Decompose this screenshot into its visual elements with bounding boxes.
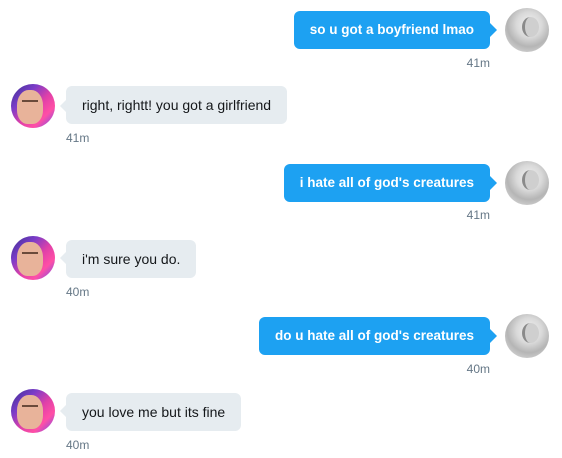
message-timestamp: 40m <box>66 285 90 299</box>
avatar-face-icon <box>17 90 43 124</box>
message-bubble-received[interactable]: you love me but its fine <box>66 393 242 431</box>
message-timestamp: 41m <box>66 131 90 145</box>
avatar-face-icon <box>17 395 43 429</box>
message-timestamp: 41m <box>466 56 490 70</box>
message-timestamp: 41m <box>466 208 490 222</box>
avatar-face-icon <box>522 17 539 37</box>
message-bubble-sent[interactable]: i hate all of god's creatures <box>283 164 490 202</box>
bubble-tail <box>490 176 497 190</box>
message-timestamp: 40m <box>66 438 90 452</box>
message-bubble-sent[interactable]: do u hate all of god's creatures <box>259 317 490 355</box>
avatar-face-icon <box>17 242 43 276</box>
avatar[interactable] <box>11 389 55 433</box>
message-bubble-received[interactable]: right, rightt! you got a girlfriend <box>66 86 288 124</box>
avatar[interactable] <box>505 8 549 52</box>
bubble-tail <box>490 23 497 37</box>
avatar-face-icon <box>522 170 539 190</box>
avatar[interactable] <box>11 84 55 128</box>
bubble-tail <box>490 329 497 343</box>
avatar[interactable] <box>505 161 549 205</box>
message-bubble-received[interactable]: i'm sure you do. <box>66 240 197 278</box>
avatar[interactable] <box>11 236 55 280</box>
message-bubble-sent[interactable]: so u got a boyfriend lmao <box>293 11 490 49</box>
avatar-face-icon <box>522 323 539 343</box>
avatar[interactable] <box>505 314 549 358</box>
message-timestamp: 40m <box>466 362 490 376</box>
